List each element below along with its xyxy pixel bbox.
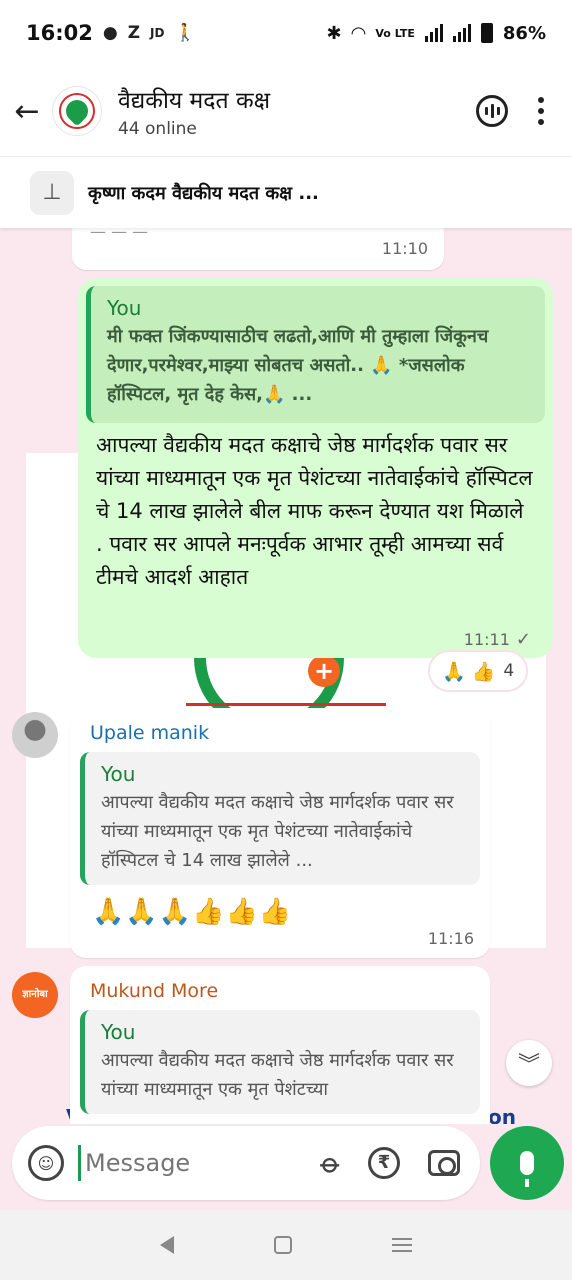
message-time: 11:11 <box>463 630 510 649</box>
nav-recents-icon[interactable] <box>392 1238 412 1252</box>
wallpaper-plus-icon: + <box>308 655 340 687</box>
group-avatar[interactable] <box>52 86 102 136</box>
status-app-jd: JD <box>150 26 165 40</box>
pinned-message-text: कृष्णा कदम वैद्यकीय मदत कक्ष ... <box>88 182 319 204</box>
text-caret <box>78 1145 81 1181</box>
avatar[interactable] <box>12 712 58 758</box>
clipped-text: — — — <box>90 228 149 241</box>
quoted-message[interactable]: You आपल्या वैद्यकीय मदत कक्षाचे जेष्ठ मा… <box>80 1010 480 1114</box>
wallpaper-heartbeat-line <box>186 703 386 706</box>
attach-icon[interactable]: ⌀ <box>314 1145 349 1180</box>
nav-home-icon[interactable] <box>274 1236 292 1254</box>
sent-check-icon: ✓ <box>515 629 531 650</box>
camera-icon[interactable] <box>428 1150 460 1176</box>
quoted-text: मी फक्त जिंकण्यासाठीच लढतो,आणि मी तुम्हा… <box>107 326 489 405</box>
mic-icon[interactable] <box>490 1126 564 1200</box>
bluetooth-icon: ✱ <box>326 22 342 44</box>
reaction-emojis: 🙏 👍 <box>442 660 496 683</box>
message-time: 11:16 <box>427 929 474 948</box>
reactions-pill[interactable]: 🙏 👍 4 <box>428 650 529 692</box>
wallpaper-word-right: on <box>488 1105 516 1124</box>
voice-chat-icon[interactable] <box>476 95 508 127</box>
message-text: आपल्या वैद्यकीय मदत कक्षाचे जेष्ठ मार्गद… <box>96 433 533 589</box>
signal-icon-2 <box>452 24 471 42</box>
message-composer: ☺ ⌀ ₹ <box>12 1126 480 1200</box>
rupee-icon[interactable]: ₹ <box>368 1147 400 1179</box>
status-time: 16:02 <box>26 21 93 45</box>
quoted-sender: You <box>107 296 142 320</box>
reaction-count: 4 <box>503 661 515 681</box>
walking-icon: 🚶 <box>174 23 196 43</box>
battery-icon <box>480 23 493 43</box>
more-options-icon[interactable] <box>538 97 544 125</box>
mic-glyph <box>520 1151 534 1187</box>
status-right: ✱ ◠ Vo LTE 86% <box>326 23 546 44</box>
quoted-text: आपल्या वैद्यकीय मदत कक्षाचे जेष्ठ मार्गद… <box>101 792 454 871</box>
previous-message-bubble[interactable]: — — — 11:10 <box>72 228 444 270</box>
quoted-sender: You <box>101 1020 136 1044</box>
status-bar: 16:02 ● Z JD 🚶 ✱ ◠ Vo LTE 86% <box>0 0 572 66</box>
outgoing-message-bubble[interactable]: You मी फक्त जिंकण्यासाठीच लढतो,आणि मी तु… <box>78 278 553 658</box>
message-notification-icon: ● <box>102 23 118 43</box>
sender-name[interactable]: Mukund More <box>80 974 480 1010</box>
system-nav-bar <box>0 1210 572 1280</box>
online-count: 44 online <box>118 119 197 139</box>
message-text: 🙏🙏🙏👍👍👍 <box>92 897 293 927</box>
incoming-message-bubble[interactable]: Upale manik You आपल्या वैद्यकीय मदत कक्ष… <box>70 708 490 958</box>
battery-level: 86% <box>502 22 546 44</box>
quoted-text: आपल्या वैद्यकीय मदत कक्षाचे जेष्ठ मार्गद… <box>101 1050 454 1100</box>
message-meta: 11:11 ✓ <box>464 629 531 650</box>
pin-icon: ⊥ <box>30 170 74 215</box>
signal-icon <box>424 24 443 42</box>
network-label: Vo LTE <box>375 26 415 40</box>
wifi-icon: ◠ <box>351 22 366 44</box>
group-title-block[interactable]: वैद्यकीय मदत कक्ष 44 online <box>118 83 270 139</box>
incoming-message-bubble[interactable]: Mukund More You आपल्या वैद्यकीय मदत कक्ष… <box>70 966 490 1124</box>
nav-back-icon[interactable] <box>160 1236 174 1254</box>
chat-area[interactable]: + V on — — — 11:10 You मी फक्त जिंकण्यास… <box>0 228 572 1124</box>
header-actions <box>476 95 544 127</box>
sender-name[interactable]: Upale manik <box>80 716 480 752</box>
scroll-down-icon[interactable]: ︾ <box>506 1040 552 1086</box>
quoted-message[interactable]: You मी फक्त जिंकण्यासाठीच लढतो,आणि मी तु… <box>86 286 545 423</box>
pinned-message-bar[interactable]: ⊥ कृष्णा कदम वैद्यकीय मदत कक्ष ... <box>0 156 572 228</box>
composer-actions: ⌀ ₹ <box>314 1145 460 1181</box>
emoji-icon[interactable]: ☺ <box>28 1145 64 1181</box>
message-time: 11:10 <box>381 239 428 258</box>
message-input[interactable] <box>85 1149 275 1177</box>
quoted-sender: You <box>101 762 136 786</box>
avatar[interactable]: ज्ञानोबा <box>12 972 58 1018</box>
group-name: वैद्यकीय मदत कक्ष <box>118 88 271 114</box>
quoted-message[interactable]: You आपल्या वैद्यकीय मदत कक्षाचे जेष्ठ मा… <box>80 752 480 885</box>
chat-header: ← वैद्यकीय मदत कक्ष 44 online <box>0 66 572 156</box>
back-arrow-icon[interactable]: ← <box>2 94 52 129</box>
status-app-z: Z <box>127 23 141 43</box>
